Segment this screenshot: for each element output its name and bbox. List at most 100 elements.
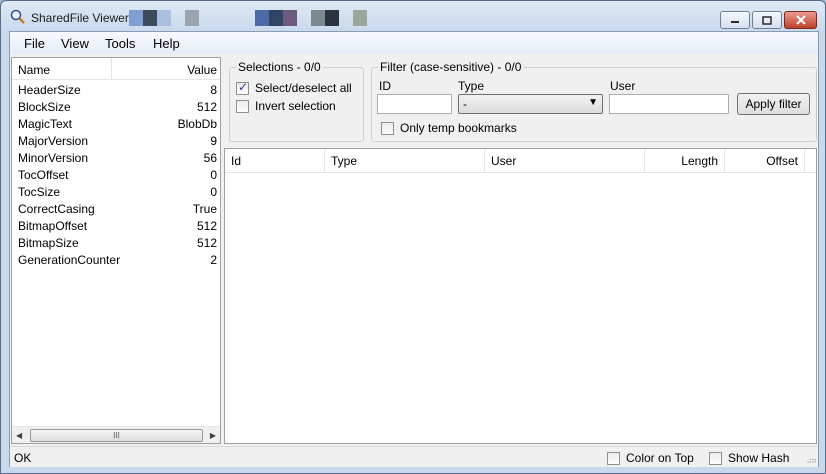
property-row[interactable]: MagicText BlobDb bbox=[12, 115, 220, 132]
property-name: MinorVersion bbox=[18, 151, 89, 165]
app-window: SharedFile Viewer: File View Tools Help … bbox=[0, 0, 826, 474]
property-row[interactable]: BlockSize 512 bbox=[12, 98, 220, 115]
status-text: OK bbox=[14, 451, 32, 465]
checkbox-box[interactable] bbox=[381, 121, 394, 135]
select-all-label: Select/deselect all bbox=[255, 81, 352, 95]
property-name: CorrectCasing bbox=[18, 202, 95, 216]
redaction-block bbox=[129, 10, 143, 26]
filter-title: Filter (case-sensitive) - 0/0 bbox=[378, 60, 524, 74]
redaction-block bbox=[311, 10, 325, 26]
selections-group: Selections - 0/0 Select/deselect all Inv… bbox=[229, 60, 364, 142]
bookmarks-list-header: Id Type User Length Offset bbox=[225, 149, 816, 173]
property-row[interactable]: TocOffset 0 bbox=[12, 166, 220, 183]
property-name: BitmapOffset bbox=[18, 219, 88, 233]
property-name: MagicText bbox=[18, 117, 73, 131]
close-icon bbox=[795, 15, 806, 25]
checkbox-box[interactable] bbox=[607, 451, 620, 465]
minimize-button[interactable] bbox=[720, 11, 750, 29]
properties-list[interactable]: Name Value HeaderSize 8 BlockSize 512 MagicT… bbox=[11, 57, 221, 444]
property-value: 8 bbox=[210, 83, 217, 97]
apply-filter-button[interactable]: Apply filter bbox=[737, 93, 810, 115]
id-filter-input[interactable] bbox=[377, 94, 452, 114]
scroll-right-icon[interactable]: ▶ bbox=[210, 431, 216, 440]
property-value: 0 bbox=[210, 168, 217, 182]
menu-bar: File View Tools Help bbox=[10, 32, 818, 54]
column-header-type[interactable]: Type bbox=[325, 149, 485, 173]
property-row[interactable]: MinorVersion 56 bbox=[12, 149, 220, 166]
property-row[interactable]: TocSize 0 bbox=[12, 183, 220, 200]
type-label: Type bbox=[458, 79, 485, 93]
status-bar: OK Color on Top Show Hash ⠴⠶ bbox=[10, 446, 818, 467]
type-filter-select[interactable]: - ▼ bbox=[458, 94, 603, 114]
property-value: 512 bbox=[196, 236, 217, 250]
column-header-offset[interactable]: Offset bbox=[725, 149, 805, 173]
column-divider[interactable] bbox=[111, 58, 112, 80]
properties-header: Name Value bbox=[12, 58, 220, 80]
title-bar[interactable]: SharedFile Viewer: bbox=[1, 1, 825, 31]
property-value: 512 bbox=[196, 100, 217, 114]
property-row[interactable]: BitmapSize 512 bbox=[12, 234, 220, 251]
selections-title: Selections - 0/0 bbox=[236, 60, 323, 74]
menu-file[interactable]: File bbox=[19, 35, 50, 52]
property-row[interactable]: MajorVersion 9 bbox=[12, 132, 220, 149]
window-title: SharedFile Viewer: bbox=[31, 11, 133, 25]
property-name: HeaderSize bbox=[18, 83, 81, 97]
column-header-value[interactable]: Value bbox=[187, 63, 217, 77]
menu-view[interactable]: View bbox=[56, 35, 94, 52]
only-temp-bookmarks-checkbox[interactable]: Only temp bookmarks bbox=[381, 121, 517, 135]
property-value: 2 bbox=[210, 253, 217, 267]
redaction-block bbox=[353, 10, 367, 26]
column-header-name[interactable]: Name bbox=[18, 63, 50, 77]
invert-selection-label: Invert selection bbox=[255, 99, 336, 113]
property-row[interactable]: BitmapOffset 512 bbox=[12, 217, 220, 234]
color-on-top-checkbox[interactable]: Color on Top bbox=[607, 451, 694, 465]
maximize-button[interactable] bbox=[752, 11, 782, 29]
checkbox-box[interactable] bbox=[236, 99, 249, 113]
property-row[interactable]: HeaderSize 8 bbox=[12, 81, 220, 98]
color-on-top-label: Color on Top bbox=[626, 451, 694, 465]
menu-help[interactable]: Help bbox=[148, 35, 185, 52]
bookmarks-list[interactable]: Id Type User Length Offset bbox=[224, 148, 817, 444]
select-all-checkbox[interactable]: Select/deselect all bbox=[236, 80, 352, 95]
redaction-block bbox=[157, 10, 171, 26]
redaction-block bbox=[143, 10, 157, 26]
magnifier-app-icon bbox=[10, 9, 25, 24]
redaction-block bbox=[255, 10, 269, 26]
column-header-user[interactable]: User bbox=[485, 149, 645, 173]
property-row[interactable]: CorrectCasing True bbox=[12, 200, 220, 217]
dropdown-arrow-icon: ▼ bbox=[588, 97, 598, 108]
user-filter-input[interactable] bbox=[609, 94, 729, 114]
type-selected-value: - bbox=[463, 97, 467, 111]
property-name: GenerationCounter bbox=[18, 253, 121, 267]
column-header-id[interactable]: Id bbox=[225, 149, 325, 173]
property-value: 512 bbox=[196, 219, 217, 233]
invert-selection-checkbox[interactable]: Invert selection bbox=[236, 99, 336, 113]
property-value: 56 bbox=[203, 151, 217, 165]
only-temp-bookmarks-label: Only temp bookmarks bbox=[400, 121, 517, 135]
scroll-thumb[interactable]: III bbox=[30, 429, 203, 442]
redaction-block bbox=[283, 10, 297, 26]
horizontal-scrollbar[interactable]: ◀ III ▶ bbox=[12, 426, 220, 443]
show-hash-checkbox[interactable]: Show Hash bbox=[709, 451, 789, 465]
user-label: User bbox=[610, 79, 636, 93]
redaction-block bbox=[185, 10, 199, 26]
property-name: BlockSize bbox=[18, 100, 71, 114]
scroll-left-icon[interactable]: ◀ bbox=[16, 431, 22, 440]
checkbox-box[interactable] bbox=[236, 80, 249, 95]
filter-group: Filter (case-sensitive) - 0/0 ID Type - … bbox=[371, 60, 817, 142]
property-name: TocOffset bbox=[18, 168, 69, 182]
menu-tools[interactable]: Tools bbox=[100, 35, 140, 52]
resize-grip-icon[interactable]: ⠴⠶ bbox=[806, 456, 817, 465]
redaction-block bbox=[269, 10, 283, 26]
checkbox-box[interactable] bbox=[709, 451, 722, 465]
property-value: 9 bbox=[210, 134, 217, 148]
column-header-length[interactable]: Length bbox=[645, 149, 725, 173]
property-name: BitmapSize bbox=[18, 236, 79, 250]
maximize-icon bbox=[762, 15, 772, 25]
property-name: MajorVersion bbox=[18, 134, 89, 148]
close-button[interactable] bbox=[784, 11, 817, 29]
property-value: True bbox=[192, 202, 217, 216]
property-row[interactable]: GenerationCounter 2 bbox=[12, 251, 220, 268]
id-label: ID bbox=[379, 79, 391, 93]
property-value: BlobDb bbox=[177, 117, 217, 131]
